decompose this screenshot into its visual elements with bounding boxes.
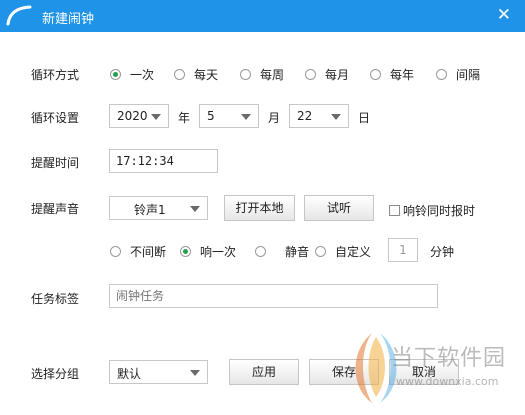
minutes-unit: 分钟 — [430, 245, 455, 259]
month-unit: 月 — [268, 111, 281, 125]
loop-monthly-radio[interactable]: 每月 — [305, 66, 349, 83]
radio-icon — [240, 69, 251, 80]
year-unit: 年 — [178, 111, 191, 125]
radio-icon — [174, 69, 185, 80]
radio-selected-icon — [180, 246, 191, 257]
loop-mode-label: 循环方式 — [31, 68, 80, 82]
watermark-text: 当下软件园 — [391, 346, 507, 371]
app-logo-icon — [6, 5, 32, 26]
radio-icon — [305, 69, 316, 80]
window-title: 新建闹钟 — [42, 12, 95, 27]
title-bar: 新建闹钟 ✕ — [0, 0, 525, 32]
loop-interval-radio[interactable]: 间隔 — [436, 66, 480, 83]
chevron-down-icon — [190, 370, 200, 376]
chevron-down-icon — [190, 206, 200, 212]
preview-button[interactable]: 试听 — [304, 195, 374, 221]
custom-minutes-input[interactable]: 1 — [388, 238, 418, 262]
chevron-down-icon — [331, 114, 341, 120]
remind-time-label: 提醒时间 — [31, 156, 80, 170]
chevron-down-icon — [241, 114, 251, 120]
radio-icon — [436, 69, 447, 80]
year-select[interactable]: 2020 — [109, 104, 169, 128]
remind-time-input[interactable]: 17:12:34 — [109, 149, 218, 173]
task-tag-label: 任务标签 — [31, 292, 80, 306]
loop-daily-radio[interactable]: 每天 — [174, 66, 218, 83]
loop-settings-label: 循环设置 — [31, 111, 80, 125]
watermark: 当下软件园 www.downxia.com — [336, 325, 525, 412]
loop-yearly-radio[interactable]: 每年 — [370, 66, 414, 83]
radio-icon — [370, 69, 381, 80]
sound-continuous-radio[interactable]: 不间断 — [110, 243, 166, 260]
chevron-down-icon — [151, 114, 161, 120]
radio-selected-icon — [110, 69, 121, 80]
remind-sound-label: 提醒声音 — [31, 202, 80, 216]
sound-once-radio[interactable]: 响一次 — [180, 243, 236, 260]
day-select[interactable]: 22 — [289, 104, 349, 128]
day-unit: 日 — [358, 111, 371, 125]
apply-button[interactable]: 应用 — [229, 359, 299, 385]
checkbox-icon — [389, 205, 400, 216]
watermark-url: www.downxia.com — [396, 375, 499, 388]
loop-weekly-radio[interactable]: 每周 — [240, 66, 284, 83]
radio-icon — [255, 246, 266, 257]
group-label: 选择分组 — [31, 367, 80, 381]
group-select[interactable]: 默认 — [109, 360, 208, 384]
sound-select[interactable]: 铃声1 — [109, 196, 208, 220]
loop-once-radio[interactable]: 一次 — [110, 66, 154, 83]
close-icon[interactable]: ✕ — [497, 6, 511, 24]
sound-mute-radio[interactable]: 静音 — [255, 243, 309, 260]
announce-time-checkbox[interactable]: 响铃同时报时 — [389, 202, 475, 219]
radio-icon — [110, 246, 121, 257]
open-local-button[interactable]: 打开本地 — [224, 195, 295, 221]
task-tag-input[interactable] — [109, 284, 438, 308]
sound-custom-radio[interactable]: 自定义 — [315, 243, 371, 260]
month-select[interactable]: 5 — [199, 104, 259, 128]
radio-icon — [315, 246, 326, 257]
